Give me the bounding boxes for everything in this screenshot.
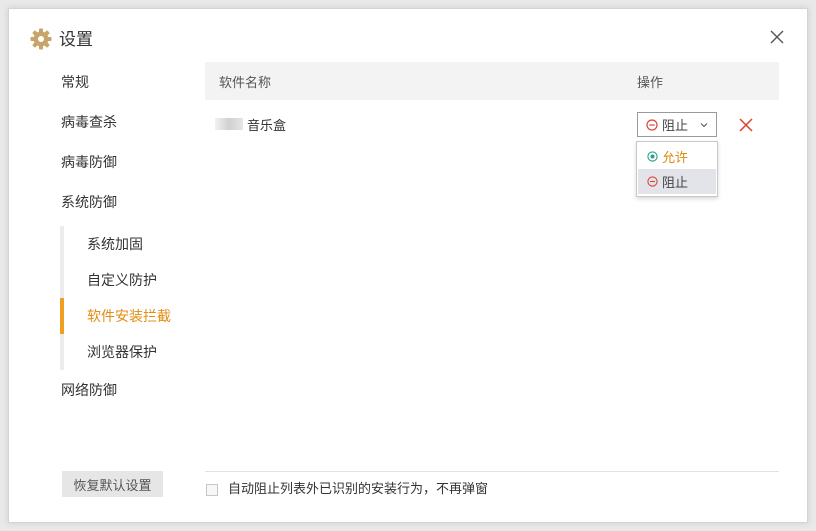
dropdown-option-allow[interactable]: 允许 <box>638 144 716 169</box>
software-name: 音乐盒 <box>247 118 287 134</box>
close-icon[interactable] <box>769 29 785 45</box>
settings-dialog: 设置 常规 病毒查杀 病毒防御 系统防御 系统加固 自定义防护 软件安装拦截 浏… <box>8 8 808 523</box>
auto-block-checkbox-label: 自动阻止列表外已识别的安装行为，不再弹窗 <box>228 482 489 497</box>
dialog-title: 设置 <box>59 30 93 50</box>
sidebar-item-virus-scan[interactable]: 病毒查杀 <box>61 113 117 133</box>
action-select[interactable]: 阻止 <box>637 112 717 137</box>
allow-radio-icon <box>647 151 658 162</box>
block-circle-icon <box>647 176 658 187</box>
column-header-software-name: 软件名称 <box>219 76 272 91</box>
gear-icon <box>30 28 52 50</box>
block-circle-icon <box>646 118 658 131</box>
sidebar-subitem-custom-protection[interactable]: 自定义防护 <box>87 271 157 291</box>
submenu-active-indicator <box>60 298 64 334</box>
chevron-down-icon <box>700 123 708 128</box>
sidebar-item-general[interactable]: 常规 <box>61 73 89 93</box>
action-dropdown-menu: 允许 阻止 <box>636 141 718 197</box>
delete-x-icon[interactable] <box>738 117 754 133</box>
column-header-action: 操作 <box>637 76 664 91</box>
restore-defaults-button[interactable]: 恢复默认设置 <box>62 471 163 497</box>
sidebar-subitem-system-hardening[interactable]: 系统加固 <box>87 235 143 255</box>
auto-block-checkbox[interactable] <box>206 484 218 496</box>
footer-divider <box>205 471 779 472</box>
sidebar-item-network-defense[interactable]: 网络防御 <box>61 381 117 401</box>
dropdown-option-allow-label: 允许 <box>662 151 689 166</box>
sidebar-subitem-browser-protection[interactable]: 浏览器保护 <box>87 343 157 363</box>
sidebar-item-virus-defense[interactable]: 病毒防御 <box>61 153 117 173</box>
dropdown-option-block-label: 阻止 <box>662 176 689 191</box>
dropdown-option-block[interactable]: 阻止 <box>638 169 716 194</box>
table-header: 软件名称 操作 <box>205 62 779 100</box>
sidebar-subitem-install-interception[interactable]: 软件安装拦截 <box>87 307 171 327</box>
redacted-name-block <box>215 118 243 130</box>
sidebar-item-system-defense[interactable]: 系统防御 <box>61 193 117 213</box>
table-row: 音乐盒 <box>215 114 286 134</box>
action-select-value: 阻止 <box>662 119 689 134</box>
